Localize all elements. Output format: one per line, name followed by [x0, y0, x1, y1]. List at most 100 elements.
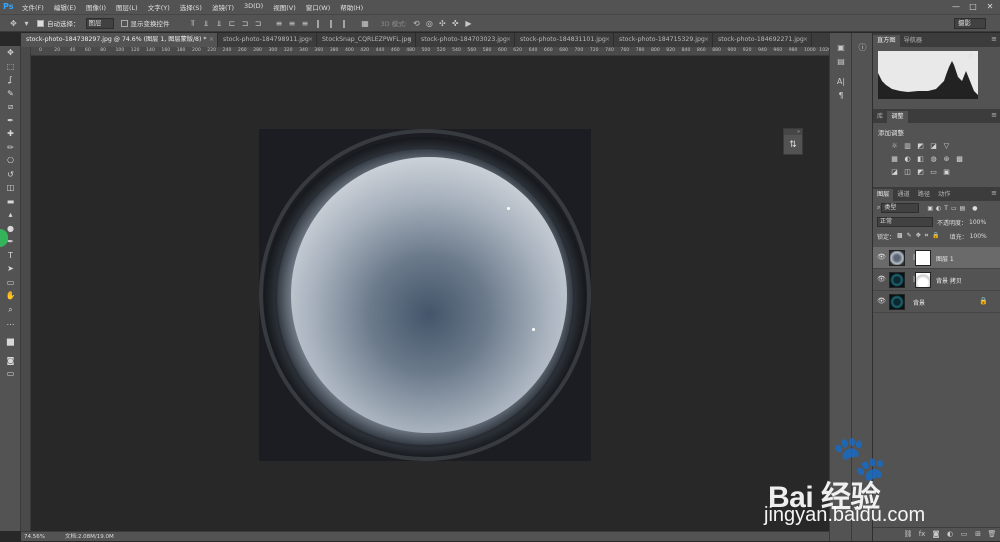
tab-navigator[interactable]: 导航器	[900, 35, 927, 47]
maximize-button[interactable]: □	[965, 0, 981, 14]
exposure-icon[interactable]: ◪	[928, 141, 939, 151]
paragraph-panel-icon[interactable]: ¶	[830, 89, 852, 103]
distribute-left-icon[interactable]: ‖	[313, 18, 324, 29]
horizontal-ruler[interactable]: 0 20 40 60 80 100 120 140 160 180 200 220 240 260 280 3…	[31, 47, 831, 56]
menu-item[interactable]: 选择(S)	[175, 2, 207, 12]
color-balance-icon[interactable]: ◐	[902, 154, 913, 164]
distribute-bottom-icon[interactable]: ≡	[300, 18, 311, 29]
menu-item[interactable]: 文字(Y)	[143, 2, 175, 12]
link-layers-icon[interactable]: ⛓	[902, 529, 914, 540]
close-button[interactable]: ✕	[982, 0, 998, 14]
invert-icon[interactable]: ◪	[889, 167, 900, 177]
menu-item[interactable]: 编辑(E)	[49, 2, 81, 12]
3d-slide-icon[interactable]: ✜	[450, 18, 461, 29]
add-mask-icon[interactable]: ◙	[930, 529, 942, 540]
color-swatches-icon[interactable]: ◼	[0, 330, 21, 354]
new-layer-icon[interactable]: ⊞	[972, 529, 984, 540]
layer-name[interactable]: 背景	[913, 298, 925, 307]
3d-scale-icon[interactable]: ▶	[463, 18, 474, 29]
tab-layers[interactable]: 图层	[873, 189, 894, 201]
screen-mode-icon[interactable]: ▭	[0, 367, 21, 381]
document-tab[interactable]: stock-photo-184798911.jpg ×	[218, 33, 317, 47]
type-tool-icon[interactable]: T	[0, 249, 21, 263]
channel-mixer-icon[interactable]: ⊛	[941, 154, 952, 164]
align-bottom-icon[interactable]: ⫫	[214, 18, 225, 29]
threshold-icon[interactable]: ◩	[915, 167, 926, 177]
hand-tool-icon[interactable]: ✋	[0, 289, 21, 303]
document-tab[interactable]: StockSnap_CQRLEZPWFL.jpg ×	[317, 33, 416, 47]
document-tab[interactable]: stock-photo-184703023.jpg ×	[416, 33, 515, 47]
levels-icon[interactable]: ▥	[902, 141, 913, 151]
move-tool-icon[interactable]: ✥	[8, 18, 19, 29]
tab-close-icon[interactable]: ×	[209, 33, 214, 47]
quick-mask-mode-icon[interactable]: ◙	[0, 354, 21, 368]
3d-roll-icon[interactable]: ◎	[424, 18, 435, 29]
align-right-icon[interactable]: ⊐	[253, 18, 264, 29]
black-white-icon[interactable]: ◧	[915, 154, 926, 164]
show-transform-checkbox[interactable]	[120, 19, 128, 27]
layer-filter-dropdown[interactable]: 类型	[881, 203, 920, 213]
distribute-hcenter-icon[interactable]: ‖	[326, 18, 337, 29]
selective-color-icon[interactable]: ▣	[941, 167, 952, 177]
zoom-tool-icon[interactable]: ⌕	[0, 303, 21, 317]
actions-panel-icon[interactable]: ▤	[830, 55, 852, 69]
tab-close-icon[interactable]: ×	[803, 33, 808, 47]
panel-menu-icon[interactable]: ≡	[991, 35, 997, 43]
tab-actions[interactable]: 动作	[934, 189, 954, 201]
mask-thumbnail[interactable]	[915, 272, 931, 288]
blur-tool-icon[interactable]: ▴	[0, 208, 21, 222]
hue-saturation-icon[interactable]: ▦	[889, 154, 900, 164]
menu-item[interactable]: 视图(V)	[268, 2, 301, 12]
delete-layer-icon[interactable]: 🗑	[986, 529, 998, 540]
distribute-right-icon[interactable]: ‖	[339, 18, 350, 29]
fill-value[interactable]: 100%	[970, 233, 987, 240]
auto-align-icon[interactable]: ▦	[360, 18, 371, 29]
tab-libraries[interactable]: 库	[873, 111, 887, 123]
layer-row[interactable]: 👁 ⛓ 图层 1	[873, 247, 1000, 269]
panel-menu-icon[interactable]: ≡	[991, 189, 997, 197]
document-tab[interactable]: stock-photo-184738297.jpg @ 74.6% (图层 1,…	[21, 33, 218, 47]
vibrance-icon[interactable]: ▽	[941, 141, 952, 151]
menu-item[interactable]: 图像(I)	[81, 2, 111, 12]
clone-stamp-tool-icon[interactable]: ⎔	[0, 154, 21, 168]
properties-icon[interactable]: ⇅	[784, 135, 802, 155]
brightness-icon[interactable]: ☼	[889, 141, 900, 151]
document-tab[interactable]: stock-photo-184831101.jpg ×	[515, 33, 614, 47]
menu-item[interactable]: 窗口(W)	[301, 2, 336, 12]
distribute-vcenter-icon[interactable]: ≡	[287, 18, 298, 29]
history-brush-tool-icon[interactable]: ↺	[0, 168, 21, 182]
layer-name[interactable]: 图层 1	[936, 254, 954, 263]
crop-tool-icon[interactable]: ⧄	[0, 100, 21, 114]
photo-filter-icon[interactable]: ◍	[928, 154, 939, 164]
mask-thumbnail[interactable]	[915, 250, 931, 266]
align-hcenter-icon[interactable]: ⊐	[240, 18, 251, 29]
filter-icons[interactable]: ▣◐T▭▤	[927, 205, 968, 212]
document-tab[interactable]: stock-photo-184692271.jpg ×	[713, 33, 812, 47]
minimize-button[interactable]: —	[948, 0, 964, 14]
eraser-tool-icon[interactable]: ◫	[0, 181, 21, 195]
tab-histogram[interactable]: 直方图	[873, 35, 900, 47]
layer-name[interactable]: 背景 拷贝	[936, 276, 962, 285]
tab-close-icon[interactable]: ×	[704, 33, 709, 47]
collapsed-properties-panel[interactable]: » ⇅	[783, 128, 803, 155]
tool-preset-dropdown-icon[interactable]: ▾	[21, 18, 32, 29]
quick-select-tool-icon[interactable]: ✎	[0, 87, 21, 101]
auto-select-checkbox[interactable]	[37, 19, 44, 27]
lock-icons[interactable]: ▩✎✥⌗🔒	[897, 232, 944, 240]
layer-row[interactable]: 👁 背景 🔒	[873, 291, 1000, 313]
tab-close-icon[interactable]: ×	[605, 33, 610, 47]
path-select-tool-icon[interactable]: ➤	[0, 262, 21, 276]
character-panel-icon[interactable]: A|	[830, 75, 852, 89]
document-image[interactable]	[259, 129, 591, 461]
more-tools-icon[interactable]: …	[0, 316, 21, 330]
document-tab[interactable]: stock-photo-184715329.jpg ×	[614, 33, 713, 47]
healing-brush-tool-icon[interactable]: ✚	[0, 127, 21, 141]
align-top-icon[interactable]: ⫪	[188, 18, 199, 29]
info-panel-icon[interactable]: ⓘ	[852, 41, 873, 55]
tab-close-icon[interactable]: ×	[506, 33, 511, 47]
marquee-tool-icon[interactable]: ⬚	[0, 60, 21, 74]
align-vcenter-icon[interactable]: ⫫	[201, 18, 212, 29]
workspace-dropdown[interactable]: 摄影	[954, 18, 986, 29]
eyedropper-tool-icon[interactable]: ✒	[0, 114, 21, 128]
distribute-top-icon[interactable]: ≡	[274, 18, 285, 29]
